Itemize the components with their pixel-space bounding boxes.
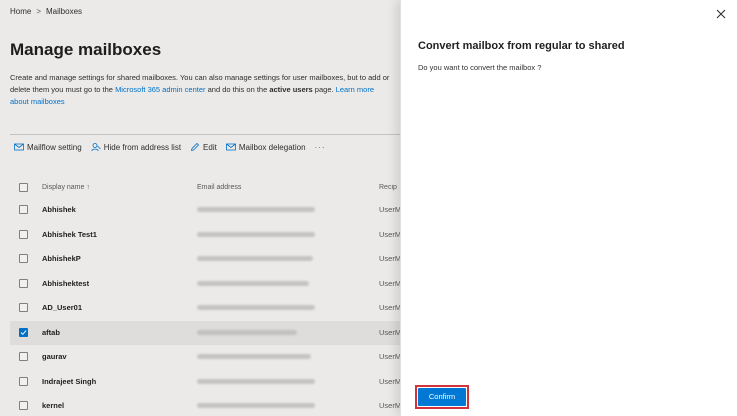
panel-question: Do you want to convert the mailbox ?: [418, 63, 542, 72]
confirm-button[interactable]: Confirm: [418, 388, 466, 406]
close-icon[interactable]: [715, 8, 727, 20]
panel-title: Convert mailbox from regular to shared: [418, 40, 625, 52]
confirm-highlight: Confirm: [415, 385, 469, 409]
modal-overlay: [0, 0, 400, 416]
convert-mailbox-panel: Convert mailbox from regular to shared D…: [400, 0, 737, 416]
